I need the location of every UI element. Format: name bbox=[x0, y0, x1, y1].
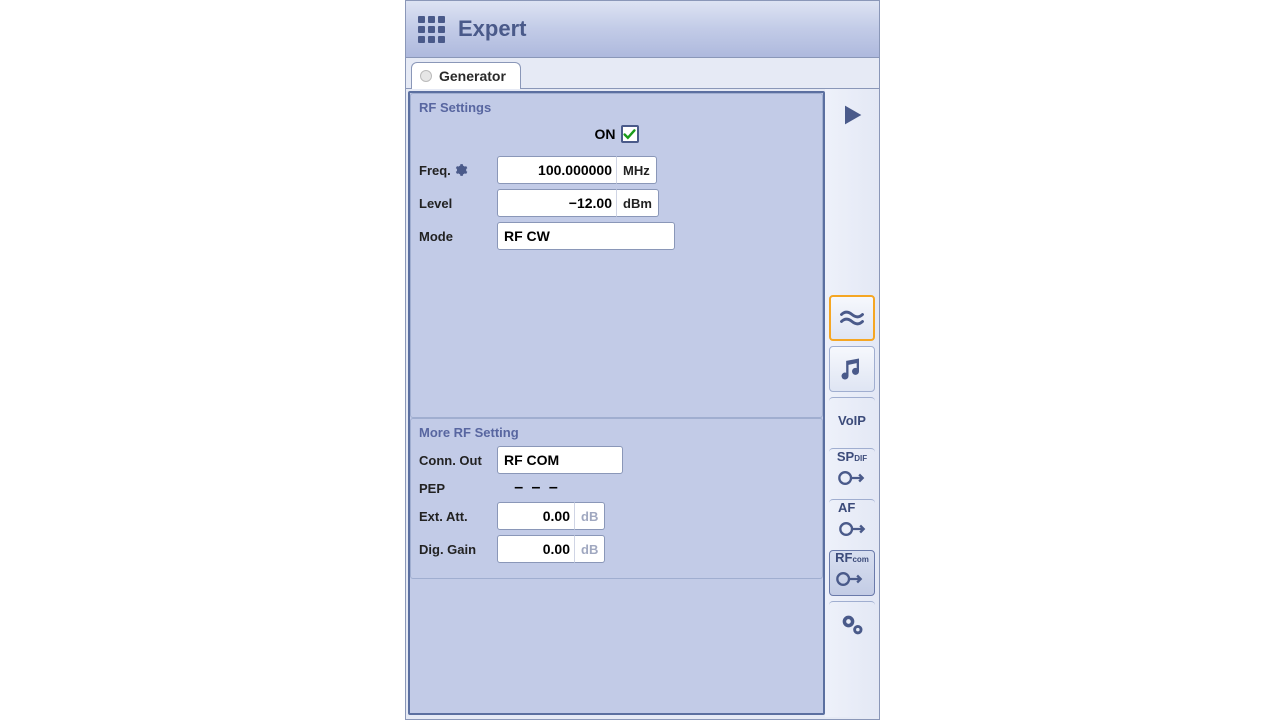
diggain-input[interactable] bbox=[497, 535, 577, 563]
extatt-unit: dB bbox=[574, 502, 605, 530]
on-checkbox[interactable] bbox=[621, 125, 639, 143]
music-icon bbox=[838, 355, 866, 383]
pep-label: PEP bbox=[419, 481, 497, 496]
level-label: Level bbox=[419, 196, 497, 211]
out-icon bbox=[838, 515, 866, 543]
content-area: RF Settings ON Freq. MHz bbox=[406, 88, 879, 717]
gears-icon bbox=[838, 611, 866, 639]
mode-select[interactable]: RF CW bbox=[497, 222, 675, 250]
level-unit[interactable]: dBm bbox=[616, 189, 659, 217]
conn-label: Conn. Out bbox=[419, 453, 497, 468]
music-button[interactable] bbox=[829, 346, 875, 392]
voip-text: VoIP bbox=[838, 413, 866, 428]
freq-unit[interactable]: MHz bbox=[616, 156, 657, 184]
tab-status-dot-icon bbox=[420, 70, 432, 82]
freq-input[interactable] bbox=[497, 156, 619, 184]
on-row: ON bbox=[419, 121, 814, 151]
play-icon bbox=[838, 101, 866, 129]
freq-row: Freq. MHz bbox=[419, 156, 814, 184]
approx-button[interactable] bbox=[829, 295, 875, 341]
level-input[interactable] bbox=[497, 189, 619, 217]
extatt-row: Ext. Att. dB bbox=[419, 502, 814, 530]
window-title: Expert bbox=[458, 16, 526, 42]
settings-gears-button[interactable] bbox=[829, 601, 875, 647]
approx-icon bbox=[838, 304, 866, 332]
conn-select[interactable]: RF COM bbox=[497, 446, 623, 474]
extatt-input[interactable] bbox=[497, 502, 577, 530]
check-icon bbox=[623, 128, 636, 141]
side-toolbar: VoIP SPDIF AF RFcom bbox=[825, 89, 879, 717]
tab-generator[interactable]: Generator bbox=[411, 62, 521, 89]
conn-row: Conn. Out RF COM bbox=[419, 446, 814, 474]
tab-row: Generator bbox=[406, 58, 879, 88]
mode-label: Mode bbox=[419, 229, 497, 244]
out-icon bbox=[837, 464, 865, 492]
main-panel: RF Settings ON Freq. MHz bbox=[408, 91, 825, 715]
pep-value: – – – bbox=[497, 479, 577, 497]
level-row: Level dBm bbox=[419, 189, 814, 217]
rf-settings-group: RF Settings ON Freq. MHz bbox=[410, 93, 823, 418]
diggain-label: Dig. Gain bbox=[419, 542, 497, 557]
rf-settings-title: RF Settings bbox=[419, 100, 814, 115]
play-button[interactable] bbox=[829, 95, 875, 135]
pep-row: PEP – – – bbox=[419, 479, 814, 497]
freq-label: Freq. bbox=[419, 163, 497, 178]
tab-label: Generator bbox=[439, 68, 506, 84]
more-rf-group: More RF Setting Conn. Out RF COM PEP – –… bbox=[410, 418, 823, 579]
sp-button[interactable]: SPDIF bbox=[829, 448, 875, 494]
diggain-row: Dig. Gain dB bbox=[419, 535, 814, 563]
gear-icon[interactable] bbox=[454, 163, 468, 177]
app-window: Expert Generator RF Settings ON Freq. bbox=[405, 0, 880, 720]
diggain-unit: dB bbox=[574, 535, 605, 563]
mode-row: Mode RF CW bbox=[419, 222, 814, 250]
title-bar: Expert bbox=[406, 1, 879, 58]
out-icon bbox=[835, 565, 863, 593]
af-button[interactable]: AF bbox=[829, 499, 875, 545]
more-rf-title: More RF Setting bbox=[419, 425, 814, 440]
extatt-label: Ext. Att. bbox=[419, 509, 497, 524]
apps-grid-icon[interactable] bbox=[416, 14, 446, 44]
voip-button[interactable]: VoIP bbox=[829, 397, 875, 443]
rf-button[interactable]: RFcom bbox=[829, 550, 875, 596]
on-label: ON bbox=[595, 126, 616, 142]
